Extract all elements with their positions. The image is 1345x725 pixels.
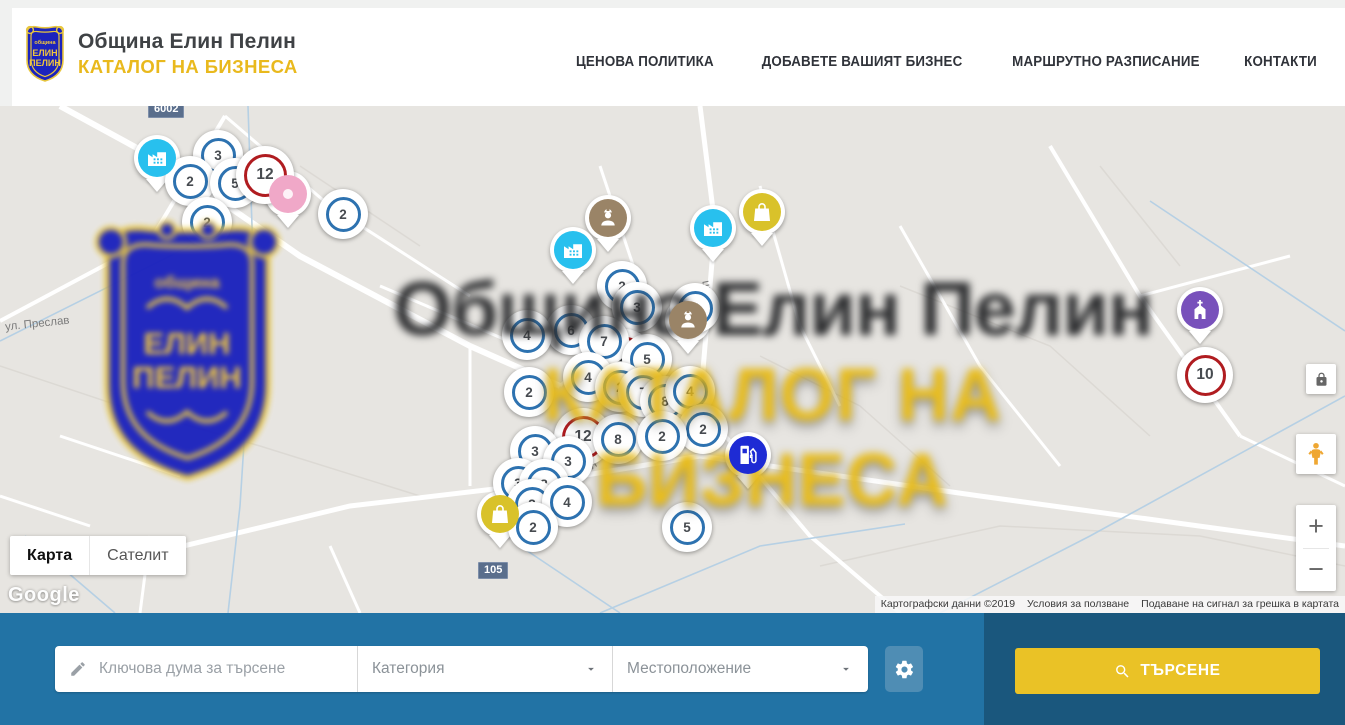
gear-icon xyxy=(894,659,915,680)
advanced-search-button[interactable] xyxy=(885,646,923,692)
street-view-pegman-button[interactable] xyxy=(1296,434,1336,474)
cluster-marker[interactable]: 2 xyxy=(318,189,368,239)
svg-text:ЕЛИН: ЕЛИН xyxy=(143,326,230,361)
worker-icon xyxy=(669,301,707,339)
keyword-field[interactable] xyxy=(55,646,357,692)
svg-text:ПЕЛИН: ПЕЛИН xyxy=(29,58,61,68)
search-fields: Категория Местоположение xyxy=(55,646,868,692)
watermark-title: Община Елин Пелин xyxy=(338,266,1208,353)
search-bar-right-panel: ТЪРСЕНЕ xyxy=(984,613,1345,725)
nav-item-pricing[interactable]: ЦЕНОВА ПОЛИТИКА xyxy=(576,54,714,70)
zoom-control: + − xyxy=(1296,505,1336,591)
search-button-label: ТЪРСЕНЕ xyxy=(1140,662,1220,680)
municipality-crest-logo: община ЕЛИН ПЕЛИН xyxy=(22,24,68,84)
cluster-count: 10 xyxy=(1185,355,1226,396)
svg-text:ЕЛИН: ЕЛИН xyxy=(32,48,57,58)
location-select-value: Местоположение xyxy=(627,660,751,678)
map-type-control: Карта Сателит xyxy=(10,536,186,575)
zoom-in-button[interactable]: + xyxy=(1296,505,1336,548)
lock-icon xyxy=(1314,372,1329,387)
watermark-subtitle: КАТАЛОГ НА БИЗНЕСА xyxy=(357,352,1187,522)
nav-item-bus-schedule[interactable]: МАРШРУТНО РАЗПИСАНИЕ xyxy=(1012,54,1200,70)
site-title: Община Елин Пелин xyxy=(78,30,298,54)
google-map[interactable]: 6002105 ул. Преславбул. „Новоселци 32512… xyxy=(0,106,1345,613)
svg-text:ПЕЛИН: ПЕЛИН xyxy=(132,360,241,395)
pink-dot-icon xyxy=(269,175,307,213)
factory-icon xyxy=(694,209,732,247)
cluster-count: 2 xyxy=(173,164,208,199)
search-icon xyxy=(1114,663,1131,680)
pegman-icon xyxy=(1303,441,1329,467)
nav-item-add-business[interactable]: ДОБАВЕТЕ ВАШИЯТ БИЗНЕС xyxy=(762,54,963,70)
cluster-count: 2 xyxy=(326,197,361,232)
bag-icon xyxy=(481,495,519,533)
nav-item-contacts[interactable]: КОНТАКТИ xyxy=(1244,54,1317,70)
page: община ЕЛИН ПЕЛИН Община Елин Пелин КАТА… xyxy=(0,0,1345,725)
chevron-down-icon xyxy=(839,662,853,676)
church-icon xyxy=(1181,291,1219,329)
brand-text: Община Елин Пелин КАТАЛОГ НА БИЗНЕСА xyxy=(78,30,298,78)
worker-icon xyxy=(589,199,627,237)
fuel-icon xyxy=(729,436,767,474)
map-type-map-button[interactable]: Карта xyxy=(10,536,89,575)
pencil-icon xyxy=(69,660,87,678)
site-brand[interactable]: община ЕЛИН ПЕЛИН Община Елин Пелин КАТА… xyxy=(22,24,298,84)
factory-pin[interactable] xyxy=(690,205,736,251)
factory-icon xyxy=(554,231,592,269)
attribution-terms-link[interactable]: Условия за ползване xyxy=(1021,596,1135,613)
watermark-crest: община ЕЛИН ПЕЛИН xyxy=(85,216,290,494)
google-logo[interactable]: Google xyxy=(8,584,80,607)
map-attribution: Картографски данни ©2019 Условия за полз… xyxy=(875,596,1345,613)
chevron-down-icon xyxy=(584,662,598,676)
header: община ЕЛИН ПЕЛИН Община Елин Пелин КАТА… xyxy=(0,0,1345,106)
attribution-copyright: Картографски данни ©2019 xyxy=(875,596,1021,613)
site-subtitle: КАТАЛОГ НА БИЗНЕСА xyxy=(78,56,298,78)
search-button[interactable]: ТЪРСЕНЕ xyxy=(1015,648,1320,694)
map-type-satellite-button[interactable]: Сателит xyxy=(89,536,185,575)
search-bar: ТЪРСЕНЕ Категория Местоположение xyxy=(0,613,1345,725)
svg-text:община: община xyxy=(34,39,56,46)
keyword-input[interactable] xyxy=(99,660,345,678)
worker-pin[interactable] xyxy=(585,195,631,241)
category-select-value: Категория xyxy=(372,660,444,678)
map-lock-button[interactable] xyxy=(1306,364,1336,394)
attribution-report-link[interactable]: Подаване на сигнал за грешка в картата xyxy=(1135,596,1345,613)
bag-icon xyxy=(743,193,781,231)
factory-icon xyxy=(138,139,176,177)
category-select[interactable]: Категория xyxy=(357,646,612,692)
zoom-out-button[interactable]: − xyxy=(1296,549,1336,592)
location-select[interactable]: Местоположение xyxy=(612,646,867,692)
svg-text:община: община xyxy=(154,273,220,292)
main-nav: ЦЕНОВА ПОЛИТИКА ДОБАВЕТЕ ВАШИЯТ БИЗНЕС М… xyxy=(570,54,1320,70)
bag-pin[interactable] xyxy=(739,189,785,235)
